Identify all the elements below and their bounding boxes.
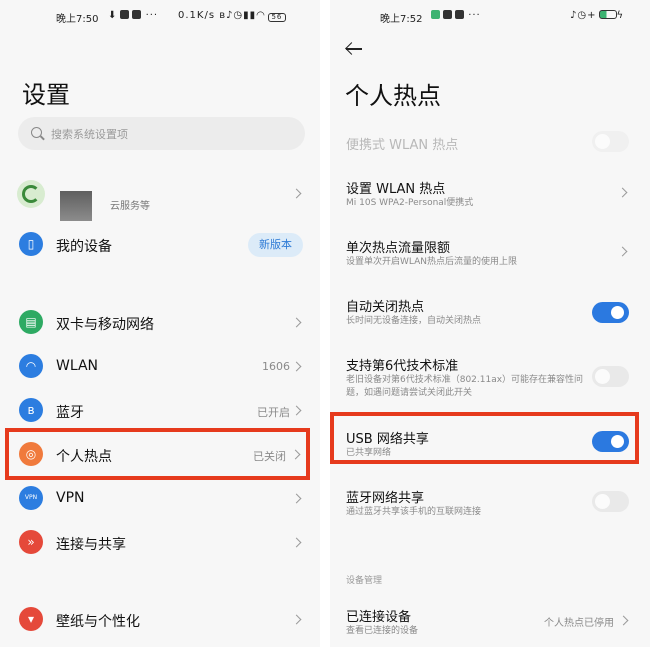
status-time: 晚上7:52 — [380, 14, 423, 25]
account-avatar[interactable] — [17, 180, 45, 208]
sidebar-item-sim[interactable]: 双卡与移动网络 — [56, 314, 154, 334]
chevron-right-icon[interactable] — [291, 537, 302, 548]
connected-devices-value: 个人热点已停用 — [544, 618, 614, 629]
app-notification-icon — [455, 10, 464, 19]
app-notification-icon — [431, 10, 440, 19]
wifi6-label: 支持第6代技术标准 — [346, 359, 459, 374]
network-speed: 0.1K/s — [178, 10, 216, 21]
data-limit-sub: 设置单次开启WLAN热点后流量的使用上限 — [346, 257, 518, 267]
wifi-icon: ◠ — [256, 10, 266, 21]
sidebar-item-wlan[interactable]: WLAN — [56, 358, 98, 374]
chevron-right-icon[interactable] — [291, 614, 302, 625]
status-bar: 晚上7:52 ··· ♪◷+ ϟ — [330, 8, 650, 26]
page-title: 设置 — [22, 81, 70, 109]
my-device-label[interactable]: 我的设备 — [56, 236, 112, 256]
portable-wlan-hotspot-toggle[interactable] — [592, 131, 629, 152]
wlan-value: 1606 — [262, 360, 290, 373]
alarm-icon: ◷ — [233, 10, 244, 21]
wifi6-sub: 老旧设备对第6代技术标准（802.11ax）可能存在兼容性问题，如遇问题请尝试关… — [346, 375, 584, 398]
battery-icon: 56 — [267, 13, 286, 22]
wallpaper-icon: ▾ — [19, 607, 43, 631]
highlight-hotspot-row — [5, 428, 310, 480]
notification-icons: ⬇ ··· — [108, 10, 158, 21]
setup-wlan-hotspot-label[interactable]: 设置 WLAN 热点 — [346, 178, 445, 197]
page-title: 个人热点 — [345, 82, 441, 110]
highlight-usb-tethering-row — [330, 412, 639, 464]
sidebar-item-wallpaper[interactable]: 壁纸与个性化 — [56, 611, 140, 631]
device-icon: ▯ — [19, 232, 43, 256]
notification-icons: ··· — [428, 10, 481, 21]
back-arrow-icon[interactable] — [345, 40, 363, 58]
app-notification-icon — [120, 10, 130, 19]
system-icons: ♪◷+ ϟ — [570, 10, 624, 21]
alarm-icon: ◷ — [577, 10, 588, 21]
bluetooth-tethering-label: 蓝牙网络共享 — [346, 491, 425, 506]
share-icon: » — [19, 530, 43, 554]
bluetooth-value: 已开启 — [257, 406, 290, 419]
chevron-right-icon[interactable] — [291, 405, 302, 416]
settings-panel: 晚上7:50 ⬇ ··· 0.1K/s ʙ♪◷▮▮◠ 56 设置 搜索系统设置项 … — [0, 0, 320, 647]
search-placeholder: 搜索系统设置项 — [51, 128, 128, 141]
blurred-account-name — [60, 191, 92, 221]
sidebar-item-share[interactable]: 连接与共享 — [56, 534, 126, 554]
auto-off-label: 自动关闭热点 — [346, 300, 425, 315]
signal-icon: ▮▮ — [243, 10, 257, 21]
system-icons: 0.1K/s ʙ♪◷▮▮◠ 56 — [178, 10, 286, 22]
auto-off-sub: 长时间无设备连接，自动关闭热点 — [346, 316, 482, 326]
chevron-right-icon[interactable] — [291, 188, 302, 199]
new-version-badge[interactable]: 新版本 — [248, 233, 303, 257]
chevron-right-icon[interactable] — [291, 317, 302, 328]
bluetooth-icon: ʙ — [19, 398, 43, 422]
connected-devices-label[interactable]: 已连接设备 — [346, 606, 411, 625]
connected-devices-sub: 查看已连接的设备 — [346, 626, 419, 636]
section-label-device-management: 设备管理 — [346, 576, 383, 586]
portable-wlan-hotspot-label: 便携式 WLAN 热点 — [346, 138, 459, 153]
status-bar: 晚上7:50 ⬇ ··· 0.1K/s ʙ♪◷▮▮◠ 56 — [0, 8, 320, 26]
app-notification-icon — [132, 10, 142, 19]
bluetooth-tethering-sub: 通过蓝牙共享该手机的互联网连接 — [346, 507, 482, 517]
status-time: 晚上7:50 — [56, 14, 99, 25]
charging-icon: ϟ — [616, 10, 625, 21]
auto-off-toggle[interactable] — [592, 302, 629, 323]
data-limit-label[interactable]: 单次热点流量限额 — [346, 237, 450, 256]
vpn-icon: VPN — [19, 486, 43, 510]
download-icon: ⬇ — [108, 10, 118, 21]
sidebar-item-vpn[interactable]: VPN — [56, 490, 85, 506]
more-icon: ··· — [145, 10, 159, 21]
chevron-right-icon[interactable] — [291, 361, 302, 372]
plus-icon: + — [587, 10, 597, 21]
sidebar-item-bluetooth[interactable]: 蓝牙 — [56, 402, 84, 422]
bluetooth-icon: ʙ — [219, 10, 227, 21]
bluetooth-tethering-toggle[interactable] — [592, 491, 629, 512]
app-notification-icon — [443, 10, 452, 19]
setup-wlan-hotspot-sub: Mi 10S WPA2-Personal便携式 — [346, 198, 474, 208]
search-bar[interactable]: 搜索系统设置项 — [18, 117, 305, 150]
sim-card-icon: ▤ — [19, 310, 43, 334]
wifi-icon: ◠ — [19, 354, 43, 378]
chevron-right-icon[interactable] — [291, 493, 302, 504]
more-icon: ··· — [468, 10, 481, 21]
wifi6-toggle[interactable] — [592, 366, 629, 387]
search-icon — [31, 127, 42, 138]
battery-icon — [598, 10, 617, 19]
account-subtitle: 云服务等 — [110, 201, 150, 212]
account-icon — [22, 185, 40, 203]
